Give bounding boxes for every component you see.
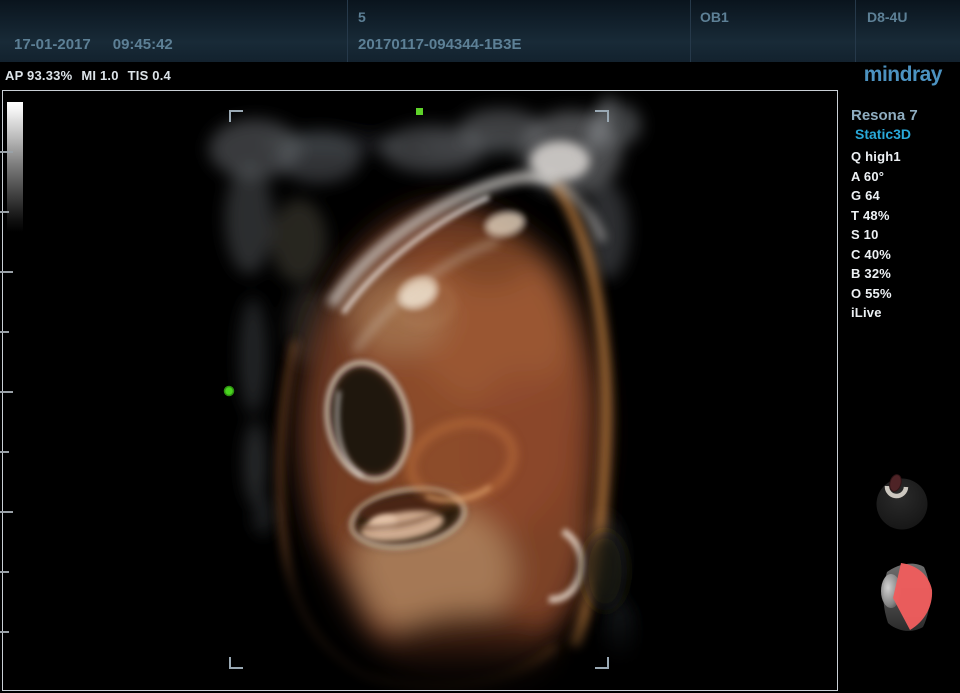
exam-id-label: 20170117-094344-1B3E <box>358 36 521 53</box>
ruler-tick <box>0 391 13 393</box>
parameter-sidebar: Resona 7 Static3D Q high1 A 60° G 64 T 4… <box>838 90 960 693</box>
param-threshold: T 48% <box>851 206 960 226</box>
ruler-tick <box>0 571 9 573</box>
volume-render-image[interactable] <box>3 91 837 690</box>
param-contrast: C 40% <box>851 245 960 265</box>
roi-corner-bottom-left[interactable] <box>230 657 243 668</box>
param-opacity: O 55% <box>851 284 960 304</box>
ruler-tick <box>0 271 13 273</box>
param-angle: A 60° <box>851 167 960 187</box>
ruler-tick <box>0 331 9 333</box>
header-divider <box>347 0 348 62</box>
ap-value: AP 93.33% <box>5 68 72 83</box>
ruler-tick <box>0 151 13 153</box>
mi-value: MI 1.0 <box>81 68 118 83</box>
square-green-marker[interactable] <box>416 108 423 115</box>
header-bar: 17-01-2017 09:45:42 5 20170117-094344-1B3… <box>0 0 960 62</box>
ruler-tick <box>0 211 9 213</box>
probe-orientation-icon <box>879 560 935 634</box>
crescent-shadow <box>583 531 627 611</box>
mode-label: Static3D <box>855 126 960 142</box>
status-bar: AP 93.33% MI 1.0 TIS 0.4 mindray <box>0 62 960 90</box>
ultrasound-screen: 17-01-2017 09:45:42 5 20170117-094344-1B3… <box>0 0 960 693</box>
ruler-tick <box>0 631 9 633</box>
grayscale-map-bar <box>7 102 23 232</box>
header-divider <box>855 0 856 62</box>
tis-value: TIS 0.4 <box>128 68 171 83</box>
exam-number-label: 5 <box>358 9 366 25</box>
param-ilive: iLive <box>851 303 960 323</box>
param-smooth: S 10 <box>851 225 960 245</box>
preset-label: OB1 <box>700 9 729 25</box>
ruler-tick <box>0 511 13 513</box>
param-brightness: B 32% <box>851 264 960 284</box>
time-label: 09:45:42 <box>113 36 173 53</box>
system-name: Resona 7 <box>851 107 960 124</box>
datetime-display: 17-01-2017 09:45:42 <box>14 36 195 53</box>
param-quality: Q high1 <box>851 147 960 167</box>
probe-label: D8-4U <box>867 9 907 25</box>
ruler-tick <box>0 451 9 453</box>
header-divider <box>690 0 691 62</box>
acoustic-output-readout: AP 93.33% MI 1.0 TIS 0.4 <box>5 68 180 83</box>
roi-corner-top-left[interactable] <box>230 111 243 122</box>
image-display-area[interactable] <box>2 90 838 691</box>
round-green-marker[interactable] <box>225 387 234 396</box>
date-label: 17-01-2017 <box>14 36 91 53</box>
mindray-logo: mindray <box>864 63 942 87</box>
param-gain: G 64 <box>851 186 960 206</box>
trackball-icon <box>875 474 929 530</box>
